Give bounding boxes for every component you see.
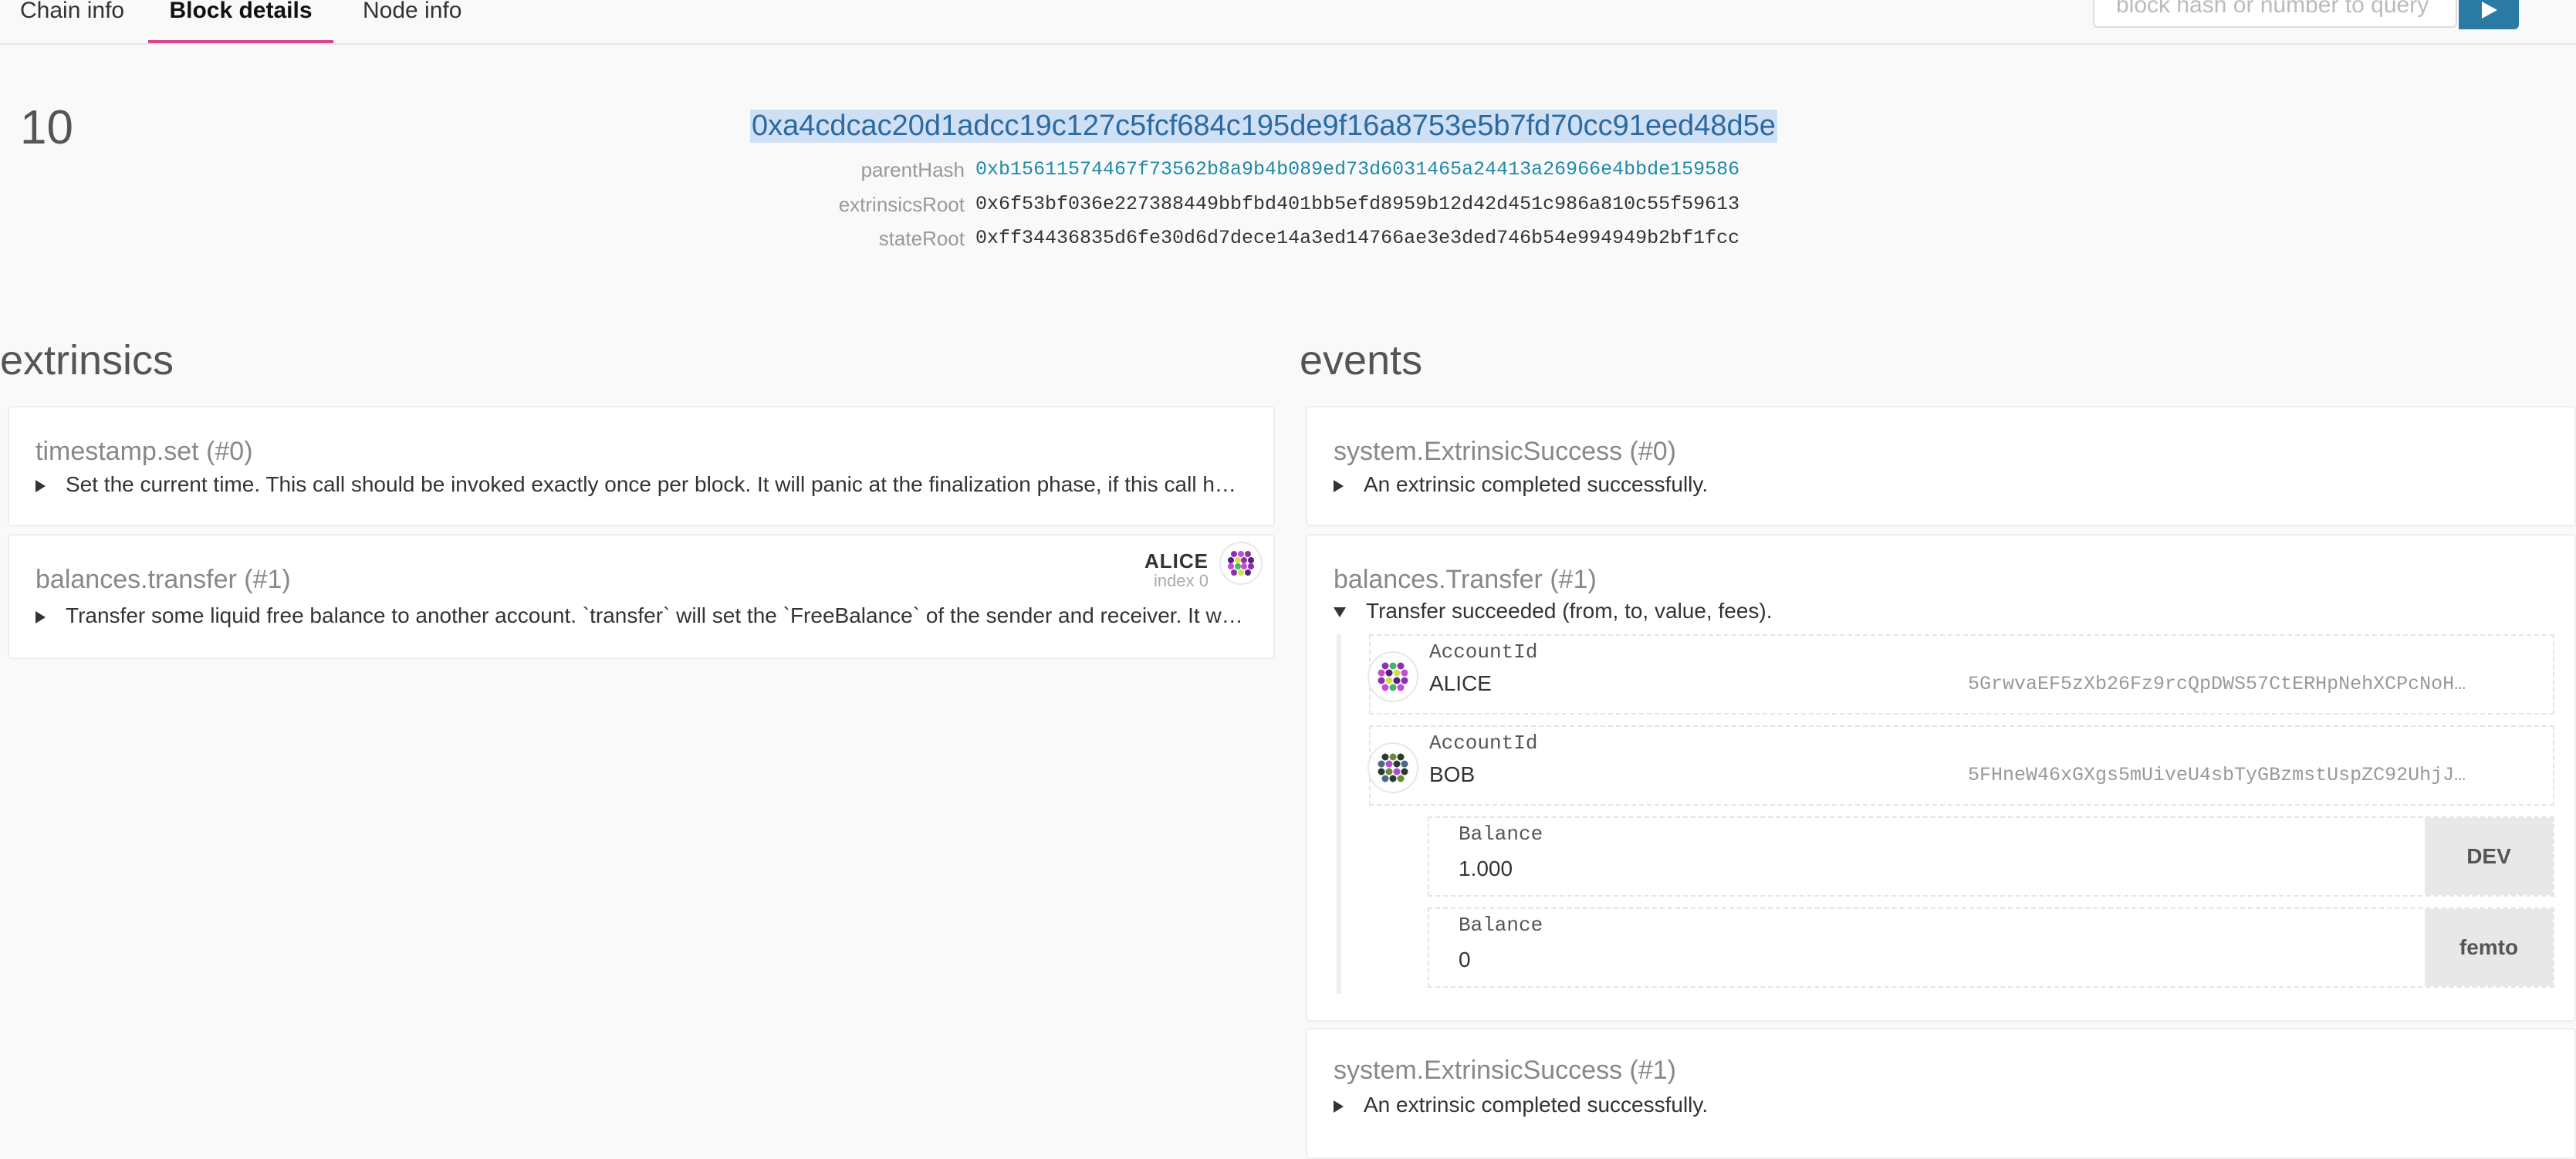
extrinsic-title: balances.transfer (#1) bbox=[35, 565, 291, 594]
param-type-label: Balance bbox=[1459, 914, 1543, 937]
extrinsic-card: timestamp.set (#0) Set the current time.… bbox=[8, 406, 1275, 526]
tab-chain-info[interactable]: Chain info bbox=[20, 0, 124, 43]
balance-value: 0 bbox=[1459, 948, 1471, 971]
event-title: system.ExtrinsicSuccess (#0) bbox=[1334, 437, 1676, 466]
extrinsics-root-row: extrinsicsRoot 0x6f53bf036e227388449bbfb… bbox=[0, 189, 2576, 220]
block-number: 10 bbox=[20, 101, 73, 154]
param-type-label: AccountId bbox=[1429, 732, 1538, 755]
parent-hash-row: parentHash 0xb15611574467f73562b8a9b4b08… bbox=[0, 154, 2576, 185]
event-description[interactable]: An extrinsic completed successfully. bbox=[1334, 472, 2547, 497]
field-value: 0x6f53bf036e227388449bbfbd401bb5efd8959b… bbox=[975, 193, 1740, 215]
extrinsics-heading: extrinsics bbox=[0, 337, 174, 384]
tab-node-info[interactable]: Node info bbox=[363, 0, 461, 43]
event-card: balances.Transfer (#1) Transfer succeede… bbox=[1306, 534, 2576, 1022]
param-account-bob[interactable]: AccountId BOB 5FHneW46xGXgs5mUiveU4sbTyG… bbox=[1369, 725, 2554, 806]
param-balance[interactable]: Balance 0 femto bbox=[1428, 907, 2554, 988]
identicon[interactable] bbox=[1369, 744, 1417, 792]
balance-unit: DEV bbox=[2425, 818, 2553, 895]
event-card: system.ExtrinsicSuccess (#0) An extrinsi… bbox=[1306, 406, 2576, 526]
expand-triangle-icon[interactable] bbox=[35, 479, 46, 492]
tab-block-details[interactable]: Block details bbox=[148, 0, 333, 43]
parent-hash-link[interactable]: 0xb15611574467f73562b8a9b4b089ed73d60314… bbox=[975, 154, 1739, 185]
identicon[interactable] bbox=[1221, 543, 1261, 583]
balance-unit: femto bbox=[2425, 909, 2553, 986]
signer-index: index 0 bbox=[1154, 571, 1209, 590]
param-balance[interactable]: Balance 1.000 DEV bbox=[1428, 816, 2554, 897]
expand-triangle-icon[interactable] bbox=[1334, 1100, 1344, 1113]
event-description[interactable]: An extrinsic completed successfully. bbox=[1334, 1093, 2547, 1117]
block-hash: 0xa4cdcac20d1adcc19c127c5fcf684c195de9f1… bbox=[750, 110, 1777, 143]
expand-triangle-icon[interactable] bbox=[35, 610, 46, 623]
field-label: extrinsicsRoot bbox=[838, 193, 965, 216]
events-heading: events bbox=[1300, 337, 1423, 384]
collapse-triangle-icon[interactable] bbox=[1334, 607, 1346, 618]
event-title: system.ExtrinsicSuccess (#1) bbox=[1334, 1056, 1676, 1085]
account-name: ALICE bbox=[1429, 671, 1492, 695]
extrinsic-title: timestamp.set (#0) bbox=[35, 437, 253, 466]
field-label: stateRoot bbox=[878, 227, 965, 250]
query-submit-button[interactable] bbox=[2459, 0, 2519, 29]
block-query-input[interactable]: block hash or number to query bbox=[2093, 0, 2457, 28]
play-icon bbox=[2482, 2, 2497, 19]
extrinsic-description[interactable]: Transfer some liquid free balance to ano… bbox=[35, 603, 1246, 628]
signer-name: ALICE bbox=[1144, 549, 1209, 573]
param-type-label: Balance bbox=[1459, 823, 1543, 846]
event-title: balances.Transfer (#1) bbox=[1334, 565, 1597, 594]
event-card: system.ExtrinsicSuccess (#1) An extrinsi… bbox=[1306, 1028, 2576, 1159]
account-address: 5GrwvaEF5zXb26Fz9rcQpDWS57CtERHpNehXCPcN… bbox=[1968, 673, 2477, 695]
param-type-label: AccountId bbox=[1429, 640, 1538, 664]
extrinsic-card: ALICE index 0 balances.transfer (#1) Tra… bbox=[8, 534, 1275, 659]
param-account-alice[interactable]: AccountId ALICE 5GrwvaEF5zXb26Fz9rcQpDWS… bbox=[1369, 634, 2554, 715]
balance-value: 1.000 bbox=[1459, 857, 1513, 880]
account-address: 5FHneW46xGXgs5mUiveU4sbTyGBzmstUspZC92Uh… bbox=[1968, 764, 2477, 786]
account-name: BOB bbox=[1429, 762, 1476, 786]
event-params: AccountId ALICE 5GrwvaEF5zXb26Fz9rcQpDWS… bbox=[1337, 634, 2557, 994]
field-value: 0xff34436835d6fe30d6d7dece14a3ed14766ae3… bbox=[975, 227, 1740, 249]
top-navigation: Chain info Block details Node info block… bbox=[0, 0, 2576, 45]
field-label: parentHash bbox=[860, 158, 965, 181]
event-description[interactable]: Transfer succeeded (from, to, value, fee… bbox=[1334, 599, 2547, 623]
identicon[interactable] bbox=[1369, 653, 1417, 701]
state-root-row: stateRoot 0xff34436835d6fe30d6d7dece14a3… bbox=[0, 223, 2576, 254]
extrinsic-description[interactable]: Set the current time. This call should b… bbox=[35, 472, 1246, 497]
expand-triangle-icon[interactable] bbox=[1334, 479, 1344, 492]
